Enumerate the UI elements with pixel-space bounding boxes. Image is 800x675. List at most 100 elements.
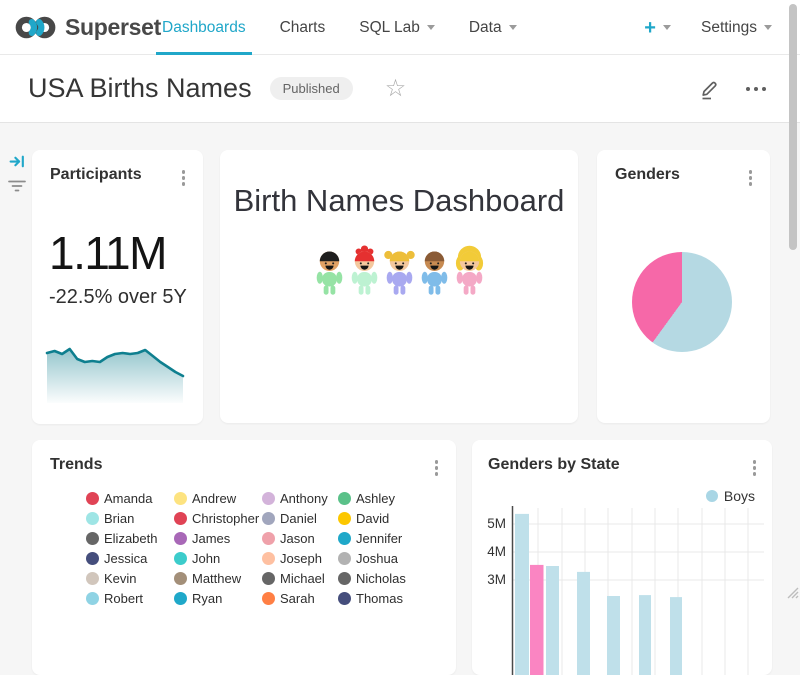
legend-item-joseph[interactable]: Joseph	[262, 551, 322, 566]
legend-item-christopher[interactable]: Christopher	[174, 511, 259, 526]
expand-filter-bar-icon[interactable]	[9, 153, 26, 170]
legend-swatch	[338, 572, 351, 585]
genders-pie-chart[interactable]	[632, 252, 732, 352]
legend-swatch	[86, 512, 99, 525]
legend-label: Ashley	[356, 491, 395, 506]
legend-label: Christopher	[192, 511, 259, 526]
legend-swatch	[262, 512, 275, 525]
legend-item-elizabeth[interactable]: Elizabeth	[86, 531, 157, 546]
legend-label: Anthony	[280, 491, 328, 506]
superset-logo[interactable]: Superset	[14, 13, 161, 42]
legend-label: Sarah	[280, 591, 315, 606]
kebab-menu-icon[interactable]	[750, 457, 760, 479]
participants-sparkline-chart[interactable]	[44, 340, 192, 408]
legend-item-andrew[interactable]: Andrew	[174, 491, 236, 506]
legend-item-matthew[interactable]: Matthew	[174, 571, 241, 586]
legend-item-robert[interactable]: Robert	[86, 591, 143, 606]
new-item-button[interactable]: +	[644, 18, 671, 38]
kid-figure-4	[418, 244, 451, 296]
superset-infinity-icon	[14, 13, 58, 42]
legend-label: Elizabeth	[104, 531, 157, 546]
kid-figure-1	[313, 244, 346, 296]
legend-swatch	[86, 532, 99, 545]
legend-item-kevin[interactable]: Kevin	[86, 571, 137, 586]
legend-swatch	[174, 512, 187, 525]
legend-label: Matthew	[192, 571, 241, 586]
nav-items: Dashboards Charts SQL Lab Data	[160, 0, 519, 55]
kebab-menu-icon[interactable]	[179, 167, 189, 189]
resize-handle-icon[interactable]	[784, 584, 799, 599]
genders-card: Genders	[597, 150, 770, 423]
more-options-icon[interactable]	[742, 83, 771, 96]
chart-title: Genders	[615, 166, 680, 184]
genders-by-state-bar-chart[interactable]	[472, 480, 772, 675]
legend-item-david[interactable]: David	[338, 511, 389, 526]
legend-swatch	[86, 552, 99, 565]
chevron-down-icon	[663, 25, 671, 30]
legend-item-ashley[interactable]: Ashley	[338, 491, 395, 506]
legend-item-anthony[interactable]: Anthony	[262, 491, 328, 506]
filter-list-icon[interactable]	[8, 179, 26, 194]
chevron-down-icon	[427, 25, 435, 30]
legend-item-jessica[interactable]: Jessica	[86, 551, 147, 566]
kids-illustration	[220, 244, 578, 296]
legend-swatch	[86, 492, 99, 505]
kebab-menu-icon[interactable]	[746, 167, 756, 189]
legend-item-ryan[interactable]: Ryan	[174, 591, 222, 606]
legend-swatch	[262, 532, 275, 545]
legend-swatch	[262, 572, 275, 585]
top-nav-bar: Superset Dashboards Charts SQL Lab Data + S…	[0, 0, 800, 55]
legend-item-jason[interactable]: Jason	[262, 531, 315, 546]
legend-item-brian[interactable]: Brian	[86, 511, 134, 526]
legend-swatch	[174, 572, 187, 585]
legend-swatch	[86, 592, 99, 605]
kid-figure-3	[383, 244, 416, 296]
chevron-down-icon	[764, 25, 772, 30]
nav-item-label: Dashboards	[162, 19, 246, 37]
favorite-star-icon[interactable]: ☆	[385, 77, 407, 101]
legend-item-nicholas[interactable]: Nicholas	[338, 571, 406, 586]
nav-item-charts[interactable]: Charts	[278, 0, 328, 55]
legend-swatch	[338, 552, 351, 565]
legend-item-jennifer[interactable]: Jennifer	[338, 531, 402, 546]
legend-swatch	[174, 532, 187, 545]
nav-item-label: Charts	[280, 19, 326, 37]
legend-item-daniel[interactable]: Daniel	[262, 511, 317, 526]
plus-icon: +	[644, 18, 656, 38]
vertical-scrollbar[interactable]	[789, 4, 797, 250]
legend-swatch	[174, 492, 187, 505]
settings-menu[interactable]: Settings	[679, 19, 772, 37]
legend-item-sarah[interactable]: Sarah	[262, 591, 315, 606]
legend-label: Amanda	[104, 491, 152, 506]
brand-name: Superset	[65, 14, 161, 41]
legend-label: Joseph	[280, 551, 322, 566]
legend-item-thomas[interactable]: Thomas	[338, 591, 403, 606]
legend-swatch	[262, 592, 275, 605]
big-number-value: 1.11M	[49, 226, 166, 280]
edit-pencil-icon[interactable]	[698, 77, 722, 101]
kid-figure-5	[453, 244, 486, 296]
markdown-header-card: Birth Names Dashboard	[220, 150, 578, 423]
chevron-down-icon	[509, 25, 517, 30]
legend-item-michael[interactable]: Michael	[262, 571, 325, 586]
nav-item-sql-lab[interactable]: SQL Lab	[357, 0, 437, 55]
legend-label: John	[192, 551, 220, 566]
legend-swatch	[338, 492, 351, 505]
legend-item-joshua[interactable]: Joshua	[338, 551, 398, 566]
legend-label: Jason	[280, 531, 315, 546]
legend-label: David	[356, 511, 389, 526]
legend-swatch	[338, 592, 351, 605]
kebab-menu-icon[interactable]	[432, 457, 442, 479]
legend-item-james[interactable]: James	[174, 531, 230, 546]
published-badge[interactable]: Published	[270, 77, 353, 100]
legend-swatch	[262, 492, 275, 505]
nav-item-data[interactable]: Data	[467, 0, 519, 55]
settings-label: Settings	[701, 19, 757, 37]
legend-label: Kevin	[104, 571, 137, 586]
legend-label: Daniel	[280, 511, 317, 526]
nav-item-label: Data	[469, 19, 502, 37]
legend-item-amanda[interactable]: Amanda	[86, 491, 152, 506]
nav-item-label: SQL Lab	[359, 19, 420, 37]
legend-item-john[interactable]: John	[174, 551, 220, 566]
nav-item-dashboards[interactable]: Dashboards	[160, 0, 248, 55]
